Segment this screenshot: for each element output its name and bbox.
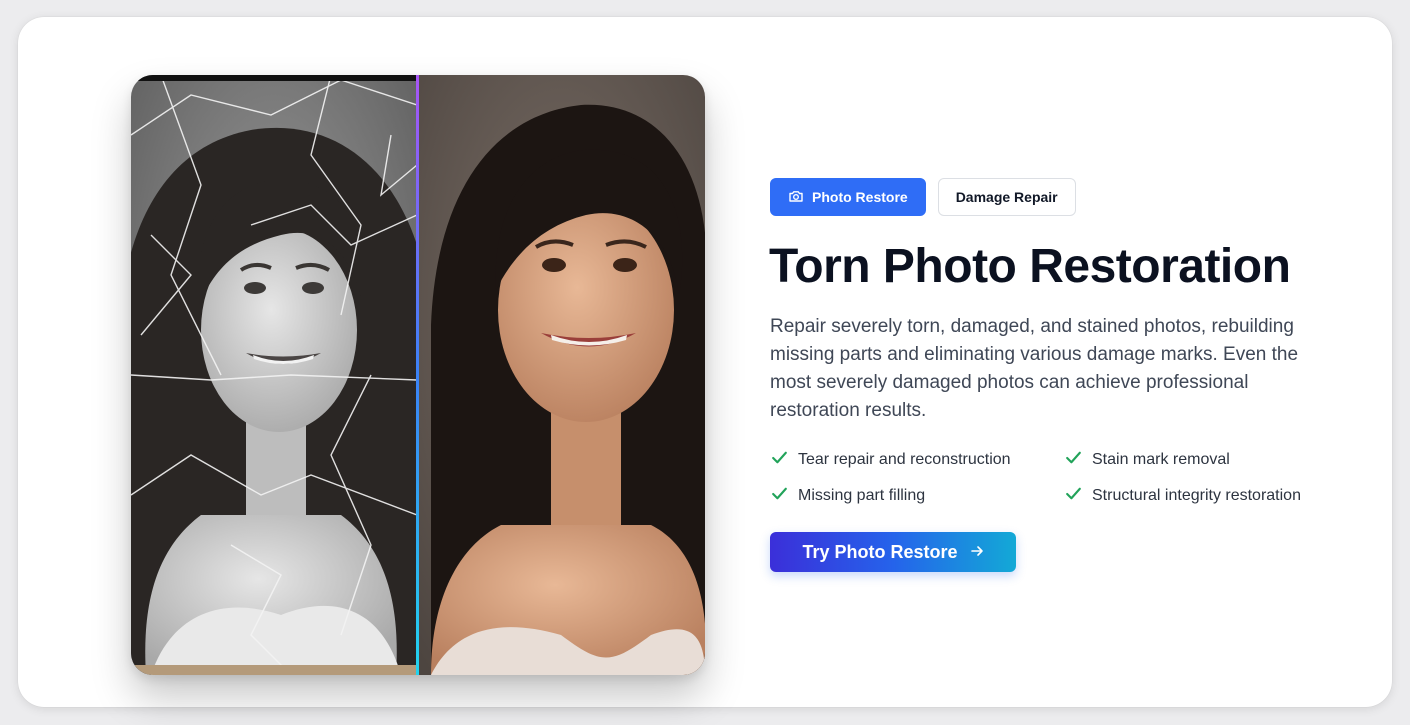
check-icon <box>1064 484 1083 508</box>
try-photo-restore-button[interactable]: Try Photo Restore <box>770 532 1016 572</box>
mode-tabs: Photo Restore Damage Repair <box>770 178 1076 216</box>
description: Repair severely torn, damaged, and stain… <box>770 316 1299 421</box>
before-after-comparison[interactable] <box>131 75 705 675</box>
tab-damage-repair[interactable]: Damage Repair <box>937 178 1076 216</box>
cta-label: Try Photo Restore <box>802 541 958 562</box>
camera-icon <box>788 188 804 207</box>
arrow-right-icon <box>970 542 984 563</box>
check-icon <box>1064 448 1083 472</box>
tab-label: Photo Restore <box>812 189 908 205</box>
page-title: Torn Photo Restoration <box>769 240 1291 293</box>
feature-item: Tear repair and reconstruction <box>770 449 1064 471</box>
before-photo <box>131 75 417 675</box>
after-photo <box>417 75 705 675</box>
feature-label: Missing part filling <box>798 487 926 504</box>
feature-label: Structural integrity restoration <box>1092 487 1301 504</box>
check-icon <box>770 484 789 508</box>
feature-label: Tear repair and reconstruction <box>798 451 1011 468</box>
check-icon <box>770 448 789 472</box>
tab-label: Damage Repair <box>955 189 1058 205</box>
tab-photo-restore[interactable]: Photo Restore <box>770 178 926 216</box>
comparison-slider-handle[interactable] <box>416 75 419 675</box>
feature-item: Structural integrity restoration <box>1064 485 1330 507</box>
feature-list: Tear repair and reconstruction Stain mar… <box>770 449 1330 507</box>
feature-card: Photo Restore Damage Repair Torn Photo R… <box>18 17 1392 707</box>
feature-item: Stain mark removal <box>1064 449 1330 471</box>
feature-item: Missing part filling <box>770 485 1064 507</box>
feature-label: Stain mark removal <box>1092 451 1230 468</box>
